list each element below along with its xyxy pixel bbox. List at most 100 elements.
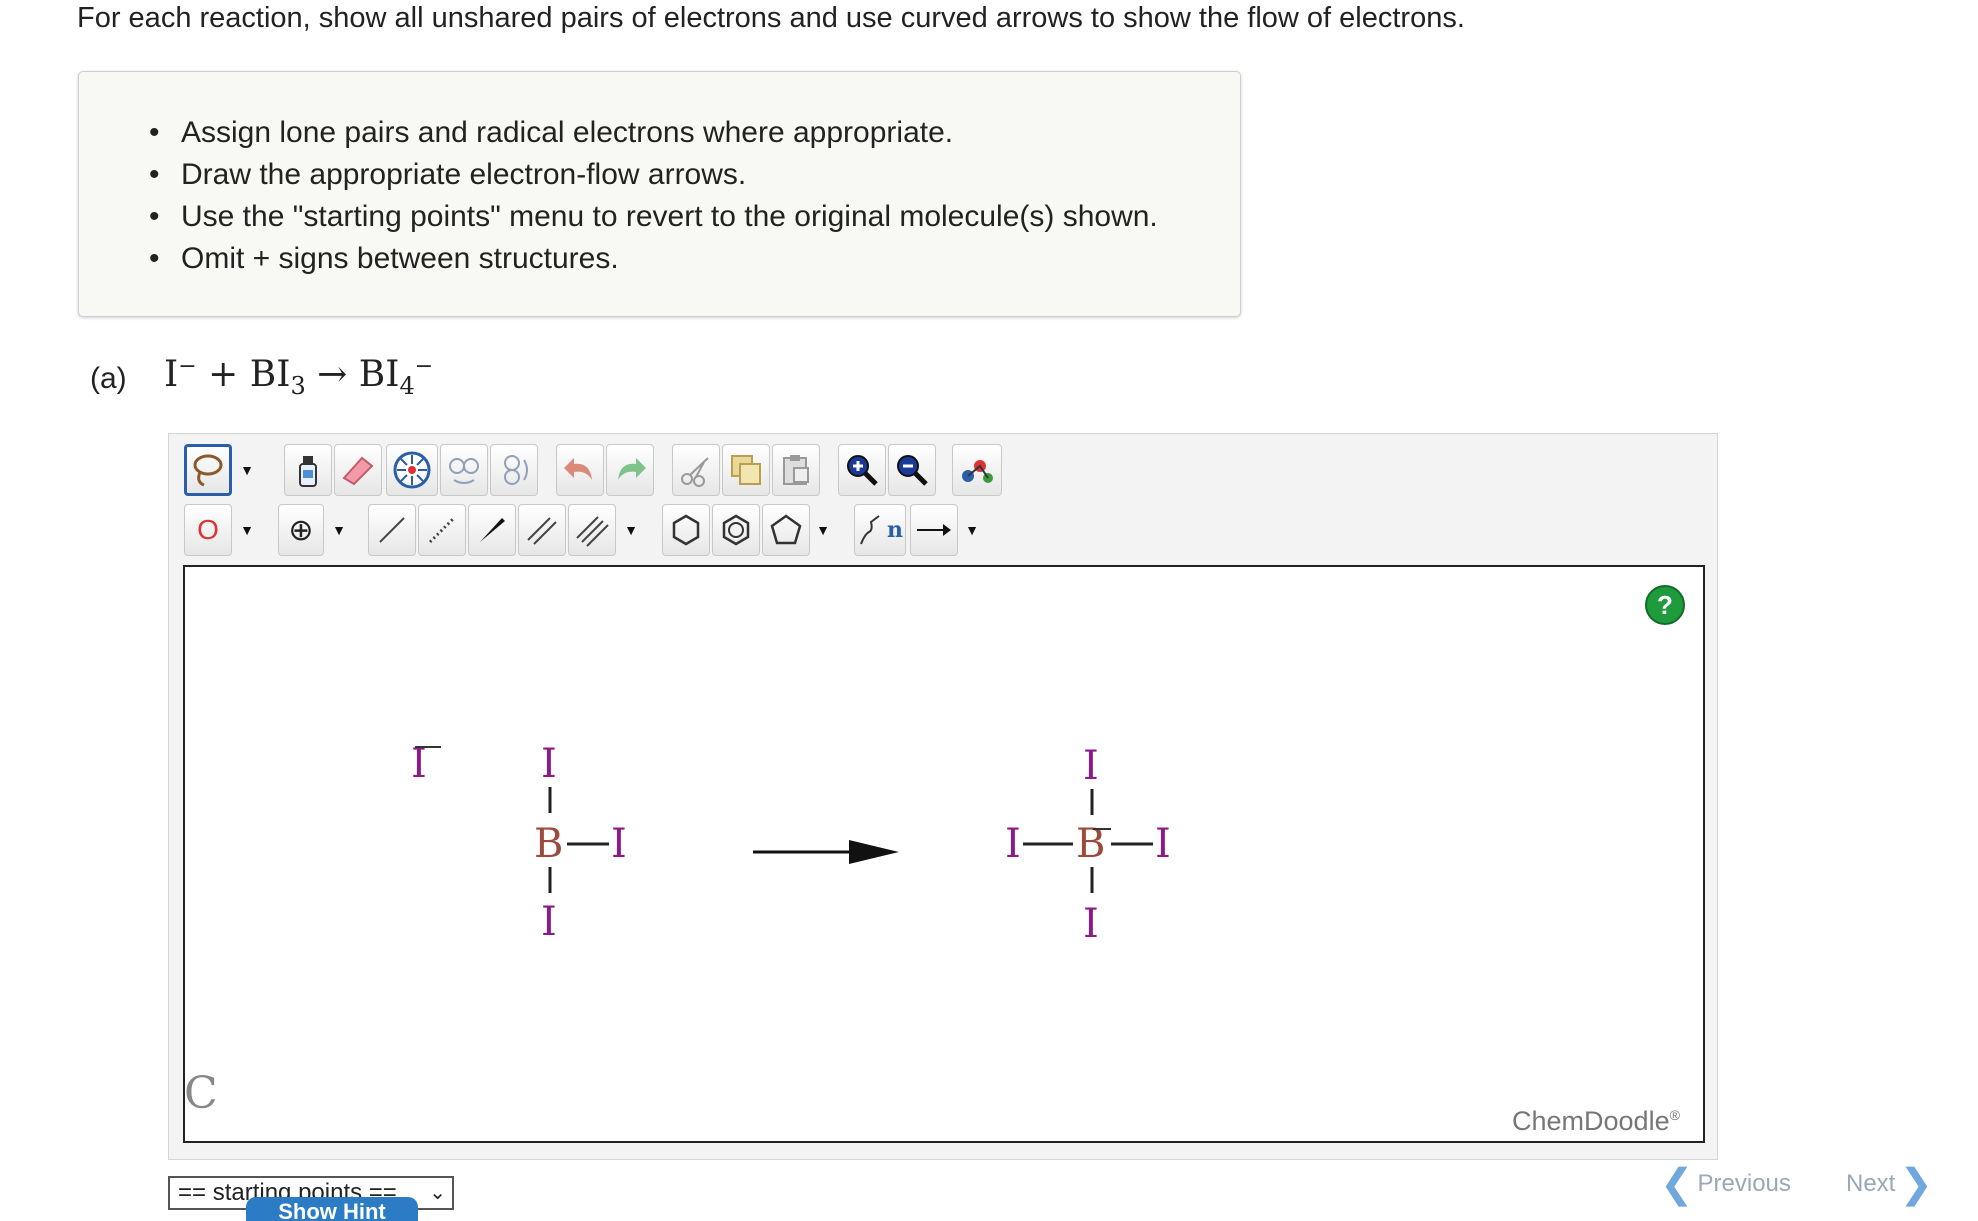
atom-label: O (197, 514, 219, 545)
brand-text: ChemDoodle (1512, 1106, 1670, 1136)
zoom-out-icon (897, 455, 928, 486)
chain-label: n (887, 517, 903, 543)
hexagon-icon (672, 514, 700, 546)
lasso-tool-button[interactable] (184, 444, 232, 496)
instruction-item: Use the "starting points" menu to revert… (149, 196, 1158, 238)
lasso-icon (193, 454, 223, 487)
help-button[interactable]: ? (1645, 585, 1685, 625)
eq-charge: − (178, 354, 197, 379)
erase-button[interactable] (334, 444, 382, 496)
eq-iodide: I (164, 354, 179, 395)
arrow-icon (917, 524, 951, 536)
bi3-iodine-right: I (611, 821, 627, 867)
dropdown-arrow-icon: ▼ (624, 522, 638, 538)
redo-icon (618, 458, 646, 480)
dropdown-arrow-icon: ▼ (965, 522, 979, 538)
instruction-item: Assign lone pairs and radical electrons … (149, 112, 1158, 154)
pentagon-icon (770, 514, 802, 545)
charge-dropdown[interactable]: ▼ (324, 504, 354, 556)
dropdown-arrow-icon: ▼ (332, 522, 346, 538)
wedge-bond-button[interactable] (468, 504, 516, 556)
eq-arrow: → (317, 354, 348, 395)
cyclopentane-button[interactable] (762, 504, 810, 556)
lasso-dropdown[interactable]: ▼ (232, 444, 262, 496)
show-hint-button[interactable]: Show Hint (246, 1197, 418, 1221)
bi3-iodine-top: I (541, 741, 557, 787)
zoom-in-icon (847, 455, 878, 486)
triple-bond-icon (576, 516, 609, 547)
reaction-arrow-head (849, 840, 899, 864)
cyclohexane-button[interactable] (662, 504, 710, 556)
center-button[interactable] (386, 444, 438, 496)
bi4-boron: B (1076, 821, 1105, 867)
atom-label-dropdown[interactable]: ▼ (232, 504, 262, 556)
redo-button[interactable] (606, 444, 654, 496)
bi4-iodine-top: I (1083, 743, 1099, 789)
double-bond-icon (527, 517, 557, 545)
single-bond-icon (379, 517, 405, 543)
paste-button[interactable] (772, 444, 820, 496)
clear-button[interactable] (284, 444, 332, 496)
flip-vertical-icon (504, 455, 528, 485)
triple-bond-button[interactable] (568, 504, 616, 556)
eq-charge-2: − (414, 354, 434, 379)
chemdoodle-brand: ChemDoodle® (1512, 1106, 1680, 1137)
dropdown-arrow-icon: ▼ (240, 462, 254, 478)
chevron-left-icon: ❮ (1660, 1162, 1694, 1206)
previous-button[interactable]: ❮ Previous (1660, 1164, 1791, 1204)
clean-button[interactable] (952, 444, 1002, 496)
eq-sub4: 4 (399, 372, 415, 401)
copy-icon (731, 455, 761, 485)
flip-horizontal-icon (449, 458, 479, 484)
arrow-tool-button[interactable] (910, 504, 958, 556)
canvas-corner-mark: C (184, 1068, 218, 1119)
registered-mark: ® (1669, 1107, 1680, 1123)
atom-label-button[interactable]: O (184, 504, 232, 556)
scissors-icon (681, 457, 709, 487)
previous-label: Previous (1697, 1170, 1791, 1197)
zoom-in-button[interactable] (838, 444, 886, 496)
chevron-down-icon: ⌄ (429, 1182, 446, 1204)
double-bond-button[interactable] (518, 504, 566, 556)
wedge-bond-icon (480, 518, 505, 542)
recessed-bond-button[interactable] (418, 504, 466, 556)
charge-plus-icon: ⊕ (288, 513, 314, 547)
chevron-right-icon: ❯ (1899, 1162, 1933, 1206)
chain-button[interactable]: n (854, 504, 906, 556)
center-molecule-icon (393, 451, 431, 489)
molecule-drawing: I I B I I I I B I I (411, 741, 1171, 947)
eq-bi3: BI (249, 354, 291, 395)
dashed-bond-icon (428, 516, 456, 544)
single-bond-button[interactable] (368, 504, 416, 556)
copy-button[interactable] (722, 444, 770, 496)
arrow-dropdown[interactable]: ▼ (958, 504, 986, 556)
undo-button[interactable] (556, 444, 604, 496)
eraser-icon (342, 456, 374, 486)
bi4-iodine-left: I (1005, 821, 1021, 867)
clean-structure-icon (962, 460, 993, 483)
eq-sub3: 3 (290, 372, 306, 401)
instructions-list: Assign lone pairs and radical electrons … (149, 112, 1158, 280)
bond-dropdown[interactable]: ▼ (618, 504, 644, 556)
flip-horizontal-button[interactable] (440, 444, 488, 496)
eq-plus: + (208, 354, 239, 395)
flip-vertical-button[interactable] (490, 444, 538, 496)
undo-icon (564, 458, 592, 480)
cut-button[interactable] (672, 444, 720, 496)
next-button[interactable]: Next ❯ (1846, 1164, 1933, 1204)
zoom-out-button[interactable] (888, 444, 936, 496)
bi4-iodine-right: I (1155, 821, 1171, 867)
benzene-icon (722, 514, 750, 546)
bi3-iodine-bottom: I (541, 899, 557, 945)
paste-icon (783, 455, 809, 485)
chain-icon (860, 515, 880, 545)
charge-button[interactable]: ⊕ (278, 504, 324, 556)
dropdown-arrow-icon: ▼ (240, 522, 254, 538)
ring-dropdown[interactable]: ▼ (810, 504, 836, 556)
benzene-button[interactable] (712, 504, 760, 556)
next-label: Next (1846, 1170, 1896, 1197)
reaction-equation: I− + BI3 → BI4− (164, 354, 433, 400)
drawing-canvas[interactable]: I I B I I I I B I I (183, 565, 1705, 1143)
instructions-heading: For each reaction, show all unshared pai… (77, 2, 1465, 34)
spray-bottle-icon (299, 456, 317, 487)
